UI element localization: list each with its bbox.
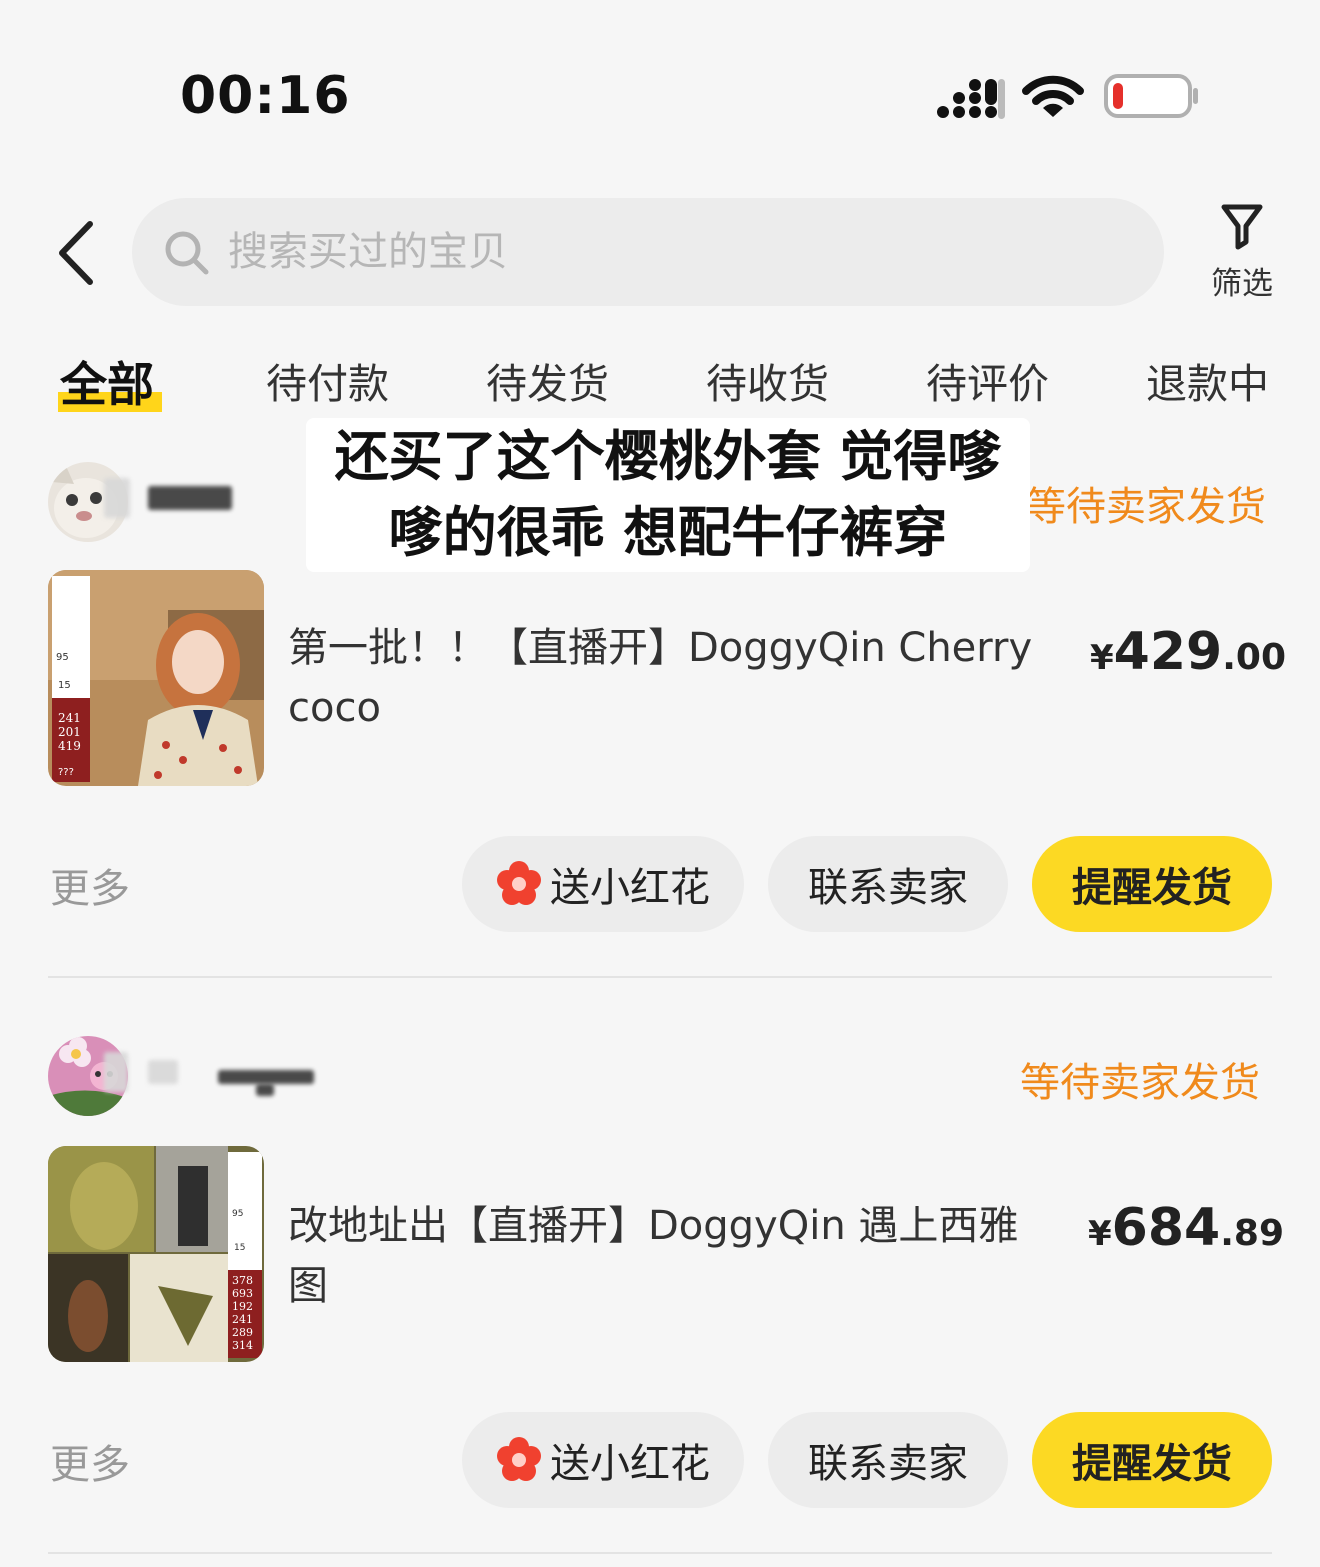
price-integer: 429 <box>1113 622 1223 682</box>
price-integer: 684 <box>1111 1198 1221 1258</box>
remind-shipment-button[interactable]: 提醒发货 <box>1032 836 1272 932</box>
tab-pending-shipment[interactable]: 待发货 <box>486 350 609 410</box>
product-price: ¥684.89 <box>1088 1198 1284 1258</box>
thumb-stat: ??? <box>58 767 74 778</box>
thumb-stat: 15 <box>234 1243 245 1253</box>
thumb-stat: 289 <box>232 1326 253 1339</box>
send-flower-button[interactable]: 送小红花 <box>462 1412 744 1508</box>
back-arrow-icon[interactable] <box>52 218 102 288</box>
filter-funnel-icon <box>1221 204 1263 250</box>
send-flower-button[interactable]: 送小红花 <box>462 836 744 932</box>
send-flower-label: 送小红花 <box>550 1441 710 1487</box>
order-status: 等待卖家发货 <box>1020 1060 1260 1106</box>
shop-name-redacted <box>104 1052 128 1092</box>
cellular-signal-icon <box>937 79 1005 119</box>
thumb-stat: 15 <box>58 680 71 691</box>
shop-name-redacted <box>256 1084 274 1096</box>
remind-shipment-button[interactable]: 提醒发货 <box>1032 1412 1272 1508</box>
price-decimal: .00 <box>1222 637 1286 678</box>
thumb-stat: 95 <box>56 652 69 663</box>
filter-button[interactable]: 筛选 <box>1200 202 1284 312</box>
product-title[interactable]: 第一批！！【直播开】DoggyQin Cherry coco <box>288 618 1048 738</box>
tab-refunding[interactable]: 退款中 <box>1146 350 1269 410</box>
search-bar[interactable] <box>132 198 1164 306</box>
tab-pending-review[interactable]: 待评价 <box>926 350 1049 410</box>
thumb-stat: 241 <box>58 711 81 725</box>
price-currency: ¥ <box>1088 1214 1112 1254</box>
thumb-stat: 241 <box>232 1313 253 1326</box>
product-title[interactable]: 改地址出【直播开】DoggyQin 遇上西雅图 <box>288 1196 1048 1316</box>
filter-label: 筛选 <box>1211 266 1273 302</box>
tab-pending-payment[interactable]: 待付款 <box>266 350 389 410</box>
tab-pending-receipt[interactable]: 待收货 <box>706 350 829 410</box>
product-image: 95 15 378 693 192 241 289 314 <box>48 1146 264 1362</box>
product-image: 95 15 241 201 419 ??? <box>48 570 264 786</box>
more-link[interactable]: 更多 <box>50 856 130 914</box>
price-currency: ¥ <box>1090 638 1114 678</box>
more-link[interactable]: 更多 <box>50 1432 130 1490</box>
red-flower-icon <box>497 861 541 905</box>
red-flower-icon <box>497 1437 541 1481</box>
send-flower-label: 送小红花 <box>550 865 710 911</box>
search-input[interactable] <box>228 220 1128 284</box>
thumb-stat: 201 <box>58 725 81 739</box>
battery-icon <box>1104 74 1198 118</box>
contact-seller-button[interactable]: 联系卖家 <box>768 836 1008 932</box>
contact-seller-button[interactable]: 联系卖家 <box>768 1412 1008 1508</box>
thumb-stat: 95 <box>232 1209 243 1219</box>
caption-overlay: 还买了这个樱桃外套 觉得嗲 嗲的很乖 想配牛仔裤穿 <box>306 418 1030 572</box>
price-decimal: .89 <box>1220 1213 1284 1254</box>
search-icon <box>165 231 209 275</box>
thumb-stat: 419 <box>58 739 81 753</box>
shop-name-redacted <box>104 478 130 518</box>
product-thumbnail[interactable]: 95 15 241 201 419 ??? <box>48 570 264 786</box>
wifi-icon <box>1022 75 1084 117</box>
thumb-stat: 693 <box>232 1287 253 1300</box>
shop-name-redacted <box>218 1070 314 1084</box>
product-price: ¥429.00 <box>1090 622 1286 682</box>
shop-name-redacted <box>148 1060 178 1084</box>
status-time: 00:16 <box>180 66 351 126</box>
order-divider <box>48 1552 1272 1554</box>
thumb-stat: 378 <box>232 1274 253 1287</box>
product-thumbnail[interactable]: 95 15 378 693 192 241 289 314 <box>48 1146 264 1362</box>
shop-name-redacted <box>148 486 232 510</box>
order-status: 等待卖家发货 <box>1026 484 1266 530</box>
thumb-stat: 192 <box>232 1300 253 1313</box>
order-divider <box>48 976 1272 978</box>
tab-all[interactable]: 全部 <box>60 346 154 415</box>
thumb-stat: 314 <box>232 1339 253 1352</box>
